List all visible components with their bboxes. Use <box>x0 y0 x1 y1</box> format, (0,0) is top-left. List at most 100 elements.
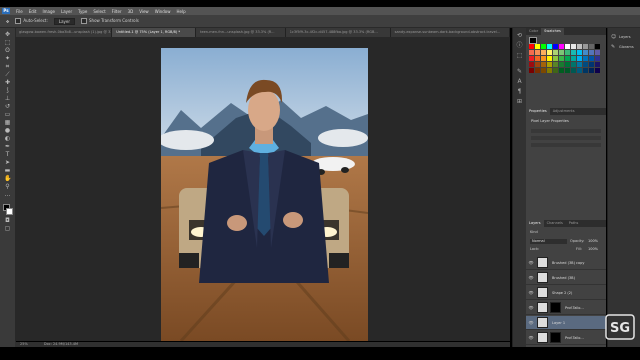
layer-row[interactable]: 👁 Prof.Tailo... <box>526 331 606 345</box>
tab-document-2[interactable]: Untitled-1 @ 75% (Layer 1, RGB/8) * <box>112 28 197 37</box>
background-color-swatch[interactable] <box>6 208 13 215</box>
swatch[interactable] <box>547 62 552 67</box>
menu-type[interactable]: Type <box>75 9 90 14</box>
blur-icon[interactable]: ● <box>4 128 11 134</box>
eyedropper-icon[interactable]: ⟋ <box>4 72 11 78</box>
tab-document-4[interactable]: 1c3f5f9-3c-4f2c-d457-488fba.jpg @ 33.3% … <box>285 28 391 37</box>
swatch[interactable] <box>541 62 546 67</box>
clone-source-icon[interactable]: ⊞ <box>516 98 523 105</box>
current-swatch[interactable] <box>529 37 537 44</box>
swatch[interactable] <box>541 50 546 55</box>
swatch[interactable] <box>577 62 582 67</box>
swatch[interactable] <box>535 62 540 67</box>
swatch[interactable] <box>547 50 552 55</box>
more-tools-icon[interactable]: … <box>4 192 11 198</box>
healing-icon[interactable]: ✚ <box>4 80 11 86</box>
swatch[interactable] <box>541 56 546 61</box>
zoom-icon[interactable]: ⚲ <box>4 184 11 190</box>
swatch[interactable] <box>559 44 564 49</box>
quick-mask-icon[interactable]: ◘ <box>4 218 11 224</box>
swatch[interactable] <box>547 44 552 49</box>
tab-document-1[interactable]: glasgow-bowen-fresh-0ba3b8...unsplash (1… <box>15 28 113 37</box>
swatch[interactable] <box>565 68 570 73</box>
swatch[interactable] <box>595 44 600 49</box>
brush-icon[interactable]: ⟆ <box>4 88 11 94</box>
swatch[interactable] <box>535 56 540 61</box>
swatch[interactable] <box>541 68 546 73</box>
swatch[interactable] <box>535 68 540 73</box>
visibility-eye-icon[interactable]: 👁 <box>528 275 534 280</box>
menu-file[interactable]: File <box>13 9 26 14</box>
blend-mode-dropdown[interactable]: Normal <box>530 239 567 244</box>
opacity-value[interactable]: 100% <box>588 239 598 243</box>
swatch[interactable] <box>559 68 564 73</box>
swatch[interactable] <box>577 50 582 55</box>
path-select-icon[interactable]: ➤ <box>4 160 11 166</box>
swatch[interactable] <box>571 62 576 67</box>
menu-edit[interactable]: Edit <box>26 9 40 14</box>
swatch[interactable] <box>529 62 534 67</box>
swatch[interactable] <box>553 68 558 73</box>
swatch[interactable] <box>577 44 582 49</box>
stamp-icon[interactable]: ⊥ <box>4 96 11 102</box>
far-panel-layers[interactable]: ☺ Layers <box>611 34 631 40</box>
props-field-row-3[interactable] <box>531 143 601 147</box>
props-field-row-1[interactable] <box>531 129 601 133</box>
navigator-icon[interactable]: ⬚ <box>516 52 523 59</box>
swatch[interactable] <box>583 68 588 73</box>
layer-row[interactable]: 👁 Brushed (3B) copy <box>526 256 606 270</box>
visibility-eye-icon[interactable]: 👁 <box>528 335 534 340</box>
swatch[interactable] <box>565 56 570 61</box>
swatch[interactable] <box>583 44 588 49</box>
move-tool-icon[interactable]: ✥ <box>6 19 9 24</box>
swatch[interactable] <box>589 56 594 61</box>
photoshop-logo[interactable]: Ps <box>2 8 10 14</box>
tab-document-3[interactable]: teen-men-fnn...unsplash.jpg @ 33.3% (R..… <box>196 28 286 37</box>
swatch[interactable] <box>589 62 594 67</box>
layer-row[interactable]: 👁 Layer 1 <box>526 316 606 330</box>
swatch[interactable] <box>553 44 558 49</box>
swatch[interactable] <box>559 62 564 67</box>
tab-properties[interactable]: Properties <box>526 108 550 115</box>
shape-icon[interactable]: ▬ <box>4 168 11 174</box>
lasso-icon[interactable]: ʘ <box>4 48 11 54</box>
character-icon[interactable]: A <box>516 78 523 85</box>
tab-layers[interactable]: Layers <box>526 220 544 227</box>
tab-swatches[interactable]: Swatches <box>541 28 564 35</box>
menu-view[interactable]: View <box>136 9 152 14</box>
swatch[interactable] <box>595 56 600 61</box>
tab-adjustments[interactable]: Adjustments <box>550 108 578 115</box>
hand-icon[interactable]: ✋ <box>4 176 11 182</box>
layer-filter-kind[interactable]: Kind <box>530 230 538 234</box>
type-icon[interactable]: T <box>4 152 11 158</box>
menu-3d[interactable]: 3D <box>125 9 137 14</box>
zoom-level[interactable]: 25% <box>20 342 28 346</box>
swatch[interactable] <box>553 56 558 61</box>
eraser-icon[interactable]: ▭ <box>4 112 11 118</box>
visibility-eye-icon[interactable]: 👁 <box>528 305 534 310</box>
gradient-icon[interactable]: ▦ <box>4 120 11 126</box>
swatch[interactable] <box>535 44 540 49</box>
auto-select-checkbox[interactable]: Auto-Select: <box>15 18 48 24</box>
swatch[interactable] <box>529 50 534 55</box>
pen-icon[interactable]: ✒ <box>4 144 11 150</box>
screen-mode-icon[interactable]: ▢ <box>4 226 11 232</box>
swatch[interactable] <box>583 56 588 61</box>
visibility-eye-icon[interactable]: 👁 <box>528 320 534 325</box>
swatch[interactable] <box>553 50 558 55</box>
swatch[interactable] <box>553 62 558 67</box>
swatch[interactable] <box>577 68 582 73</box>
swatch[interactable] <box>589 68 594 73</box>
history-brush-icon[interactable]: ↺ <box>4 104 11 110</box>
swatch[interactable] <box>571 44 576 49</box>
swatch[interactable] <box>559 50 564 55</box>
swatch[interactable] <box>565 62 570 67</box>
swatch[interactable] <box>547 56 552 61</box>
menu-filter[interactable]: Filter <box>109 9 125 14</box>
swatch[interactable] <box>529 68 534 73</box>
swatch[interactable] <box>589 44 594 49</box>
layer-mask-thumbnail[interactable] <box>550 302 561 313</box>
swatch[interactable] <box>529 56 534 61</box>
swatch[interactable] <box>571 68 576 73</box>
auto-select-dropdown[interactable]: Layer <box>53 17 76 25</box>
